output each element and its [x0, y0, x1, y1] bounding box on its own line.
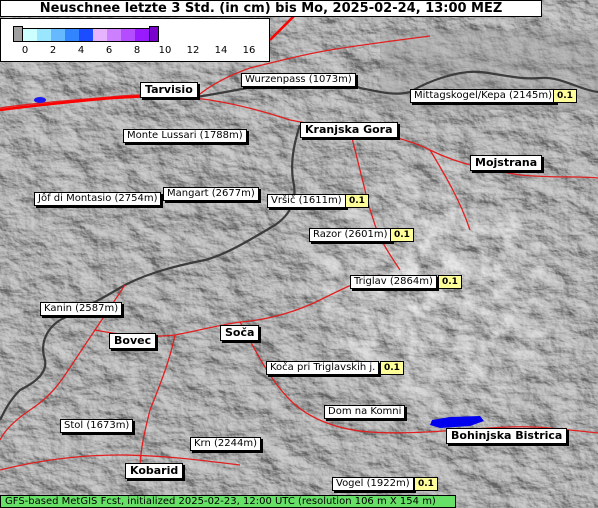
place-label-wurzenpass: Wurzenpass (1073m) — [241, 73, 356, 87]
legend-swatch — [23, 28, 37, 42]
place-label-kranjska-gora: Kranjska Gora — [300, 122, 398, 138]
place-label-bohinjska-bistrica: Bohinjska Bistrica — [446, 428, 568, 444]
snowfall-value-triglav: 0.1 — [438, 275, 462, 289]
legend-swatch — [51, 28, 65, 42]
legend-tick-label: 16 — [242, 45, 256, 56]
legend-swatch — [135, 28, 149, 42]
legend: 0 2 4 6 8 10 12 14 16 — [0, 18, 270, 62]
snowfall-value-razor: 0.1 — [390, 228, 414, 242]
legend-high-swatch — [149, 26, 159, 42]
legend-tick-label: 6 — [105, 45, 113, 56]
place-label-krn: Krn (2244m) — [190, 437, 262, 451]
legend-swatch — [65, 28, 79, 42]
place-label-bovec: Bovec — [109, 333, 157, 349]
snowfall-value-vogel: 0.1 — [414, 477, 438, 491]
legend-swatch — [121, 28, 135, 42]
place-label-mittagskogel: Mittagskogel/Kepa (2145m) — [410, 89, 556, 103]
legend-tick-label: 2 — [49, 45, 57, 56]
lakes — [34, 97, 46, 103]
place-label-kanin: Kanin (2587m) — [40, 302, 123, 316]
legend-tick-label: 12 — [186, 45, 200, 56]
legend-tick-label: 4 — [77, 45, 85, 56]
place-label-mangart: Mangart (2677m) — [163, 187, 259, 201]
snowfall-value-mittagskogel: 0.1 — [553, 89, 577, 103]
legend-tick-label: 8 — [133, 45, 141, 56]
place-label-jof-di-montasio: Jôf di Montasio (2754m) — [34, 192, 162, 206]
legend-colorbar — [13, 26, 159, 42]
place-label-soca: Soča — [220, 325, 260, 341]
place-label-triglav: Triglav (2864m) — [350, 275, 437, 289]
place-label-tarvisio: Tarvisio — [140, 82, 198, 98]
legend-tick-label: 0 — [21, 45, 29, 56]
place-label-razor: Razor (2601m) — [309, 228, 392, 242]
map-canvas: Neuschnee letzte 3 Std. (in cm) bis Mo, … — [0, 0, 598, 508]
place-label-monte-lussari: Monte Lussari (1788m) — [123, 129, 247, 143]
legend-tick-label: 14 — [214, 45, 228, 56]
legend-low-swatch — [13, 26, 23, 42]
legend-swatch — [79, 28, 93, 42]
snowfall-value-vrsic: 0.1 — [345, 194, 369, 208]
legend-swatch — [37, 28, 51, 42]
place-label-vrsic: Vršič (1611m) — [267, 194, 346, 208]
place-label-kobarid: Kobarid — [125, 463, 184, 479]
place-label-mojstrana: Mojstrana — [470, 155, 543, 171]
legend-swatch — [93, 28, 107, 42]
legend-tick-label: 10 — [158, 45, 172, 56]
place-label-koca: Koča pri Triglavskih j. — [266, 361, 380, 375]
snowfall-value-koca: 0.1 — [380, 361, 404, 375]
place-label-stol: Stol (1673m) — [60, 419, 134, 433]
forecast-footer: GFS-based MetGIS Fcst, initialized 2025-… — [0, 495, 456, 508]
map-title: Neuschnee letzte 3 Std. (in cm) bis Mo, … — [0, 0, 542, 17]
place-label-dom-na-komni: Dom na Komni — [324, 405, 406, 419]
place-label-vogel: Vogel (1922m) — [332, 477, 414, 491]
legend-swatch — [107, 28, 121, 42]
